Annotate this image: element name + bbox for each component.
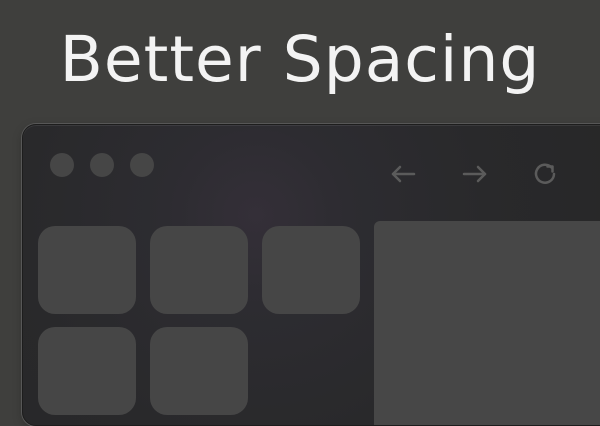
traffic-light-zoom[interactable] [130,153,154,177]
reload-icon [531,160,559,188]
app-tile[interactable] [38,226,136,314]
forward-button[interactable] [460,159,490,189]
app-tile[interactable] [150,327,248,415]
arrow-left-icon [389,164,417,184]
page-headline: Better Spacing [59,23,541,96]
browser-window [22,124,600,426]
traffic-light-minimize[interactable] [90,153,114,177]
content-panel [374,221,600,425]
reload-button[interactable] [530,159,560,189]
app-tile[interactable] [150,226,248,314]
app-tile[interactable] [262,226,360,314]
back-button[interactable] [388,159,418,189]
arrow-right-icon [461,164,489,184]
app-tile[interactable] [38,327,136,415]
traffic-light-close[interactable] [50,153,74,177]
